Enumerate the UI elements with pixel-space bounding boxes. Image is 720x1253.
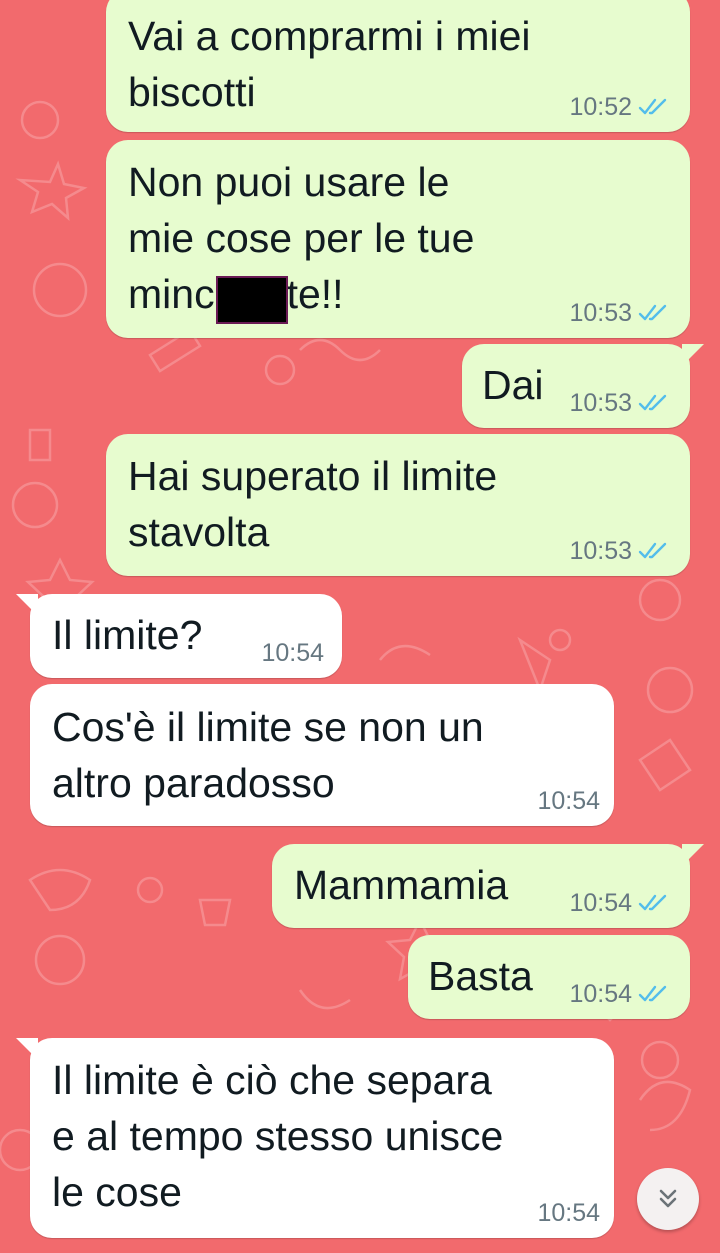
message-line: Il limite è ciò che separa — [52, 1057, 492, 1103]
double-check-icon — [638, 394, 667, 411]
double-check-icon — [638, 304, 667, 321]
message-time: 10:53 — [569, 299, 632, 327]
message-line: Mammamia — [294, 862, 509, 908]
message-meta: 10:53 — [569, 298, 668, 328]
message-meta: 10:54 — [537, 1198, 600, 1228]
message-line: biscotti — [128, 69, 256, 115]
message-bubble-outgoing[interactable]: Vai a comprarmi i miei biscotti 10:52 — [106, 0, 690, 132]
message-line: Non puoi usare le — [128, 159, 450, 205]
chat-wallpaper: Vai a comprarmi i miei biscotti 10:52 No… — [0, 0, 720, 1253]
message-line: Cos'è il limite se non un — [52, 704, 484, 750]
message-line: e al tempo stesso unisce — [52, 1113, 504, 1159]
message-time: 10:54 — [261, 639, 324, 667]
message-bubble-outgoing[interactable]: Dai 10:53 — [462, 344, 704, 428]
message-bubble-outgoing[interactable]: Hai superato il limite stavolta 10:53 — [106, 434, 690, 576]
bubble-tail — [682, 844, 704, 866]
message-text: Hai superato il limite stavolta — [128, 448, 497, 560]
message-meta: 10:53 — [569, 388, 668, 418]
double-check-icon — [638, 894, 667, 911]
message-line: Vai a comprarmi i miei — [128, 13, 531, 59]
message-meta: 10:54 — [569, 888, 668, 918]
message-line: altro paradosso — [52, 760, 335, 806]
message-text: Vai a comprarmi i miei biscotti — [128, 8, 531, 120]
redaction-box — [216, 276, 288, 324]
message-meta: 10:52 — [569, 92, 668, 122]
message-meta: 10:54 — [261, 638, 324, 668]
message-text: Dai — [482, 357, 544, 413]
message-meta: 10:53 — [569, 536, 668, 566]
message-line: stavolta — [128, 509, 270, 555]
message-fragment: minc — [128, 271, 215, 317]
message-fragment: te!! — [286, 271, 344, 317]
message-time: 10:52 — [569, 93, 632, 121]
message-bubble-outgoing[interactable]: Basta 10:54 — [408, 935, 690, 1019]
bubble-tail — [16, 594, 38, 616]
double-chevron-down-icon — [659, 1189, 677, 1208]
message-text: Il limite? — [52, 607, 202, 663]
message-time: 10:54 — [537, 1199, 600, 1227]
bubble-tail — [16, 1038, 38, 1060]
message-text: Non puoi usare le mie cose per le tue mi… — [128, 154, 474, 322]
message-bubble-incoming[interactable]: Cos'è il limite se non un altro paradoss… — [30, 684, 614, 826]
message-text: Il limite è ciò che separa e al tempo st… — [52, 1052, 503, 1220]
double-check-icon — [638, 542, 667, 559]
message-meta: 10:54 — [537, 786, 600, 816]
message-line: le cose — [52, 1169, 182, 1215]
double-check-icon — [638, 98, 667, 115]
message-line: minc te!! — [128, 266, 474, 322]
message-line: mie cose per le tue — [128, 215, 475, 261]
message-time: 10:54 — [569, 980, 632, 1008]
double-check-icon — [638, 985, 667, 1002]
message-text: Mammamia — [294, 857, 508, 913]
scroll-to-bottom-button[interactable] — [637, 1168, 699, 1230]
message-time: 10:54 — [569, 889, 632, 917]
message-time: 10:53 — [569, 537, 632, 565]
message-line: Hai superato il limite — [128, 453, 498, 499]
message-text: Cos'è il limite se non un altro paradoss… — [52, 699, 484, 811]
message-bubble-incoming[interactable]: Il limite? 10:54 — [16, 594, 342, 678]
message-time: 10:54 — [537, 787, 600, 815]
message-time: 10:53 — [569, 389, 632, 417]
message-line: Basta — [428, 953, 533, 999]
message-line: Il limite? — [52, 612, 203, 658]
message-line: Dai — [482, 362, 544, 408]
message-bubble-outgoing[interactable]: Non puoi usare le mie cose per le tue mi… — [106, 140, 690, 338]
bubble-tail — [682, 344, 704, 366]
message-bubble-outgoing[interactable]: Mammamia 10:54 — [272, 844, 704, 928]
message-text: Basta — [428, 948, 533, 1004]
message-bubble-incoming[interactable]: Il limite è ciò che separa e al tempo st… — [16, 1038, 614, 1238]
message-meta: 10:54 — [569, 979, 668, 1009]
